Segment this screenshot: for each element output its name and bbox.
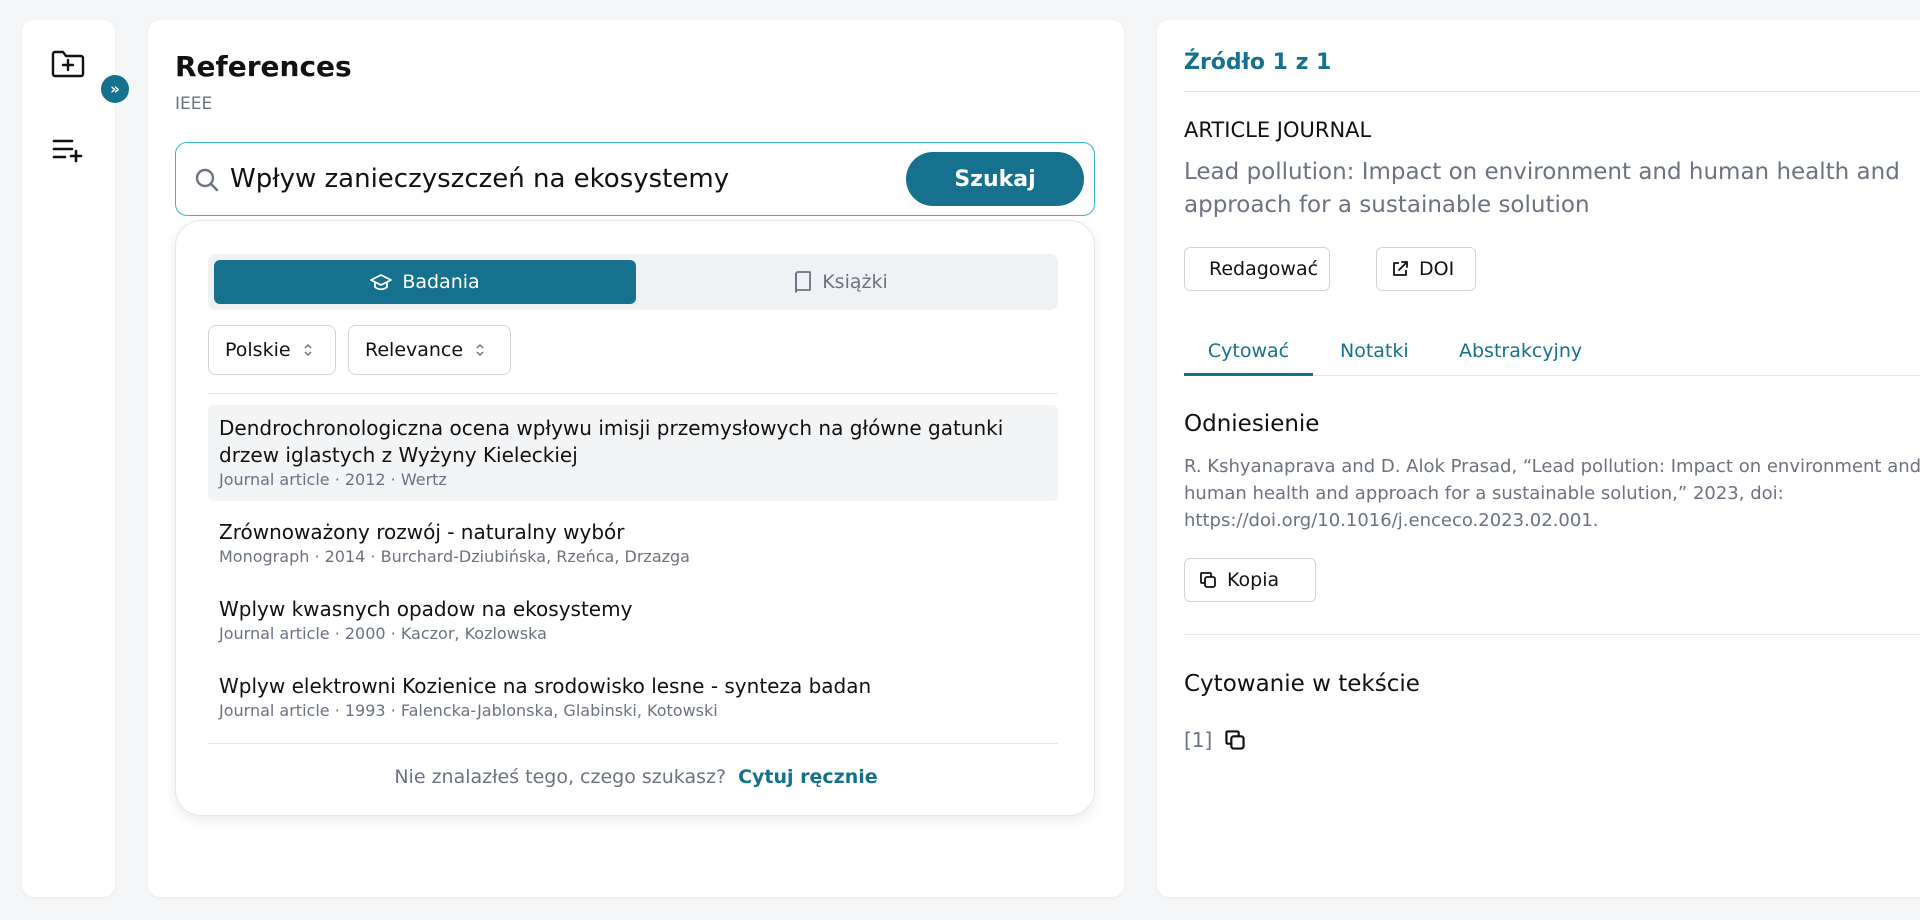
search-bar: Szukaj [175,142,1095,216]
citation-style-label: IEEE [175,94,213,114]
result-title: Wplyw kwasnych opadow na ekosystemy [219,597,633,621]
source-type-switch: Badania Książki [208,254,1058,310]
reference-text: R. Kshyanaprava and D. Alok Prasad, “Lea… [1184,456,1920,531]
copy-icon [1200,572,1216,588]
copy-intext-button[interactable] [1224,729,1246,751]
result-item[interactable]: Wplyw elektrowni Kozienice na srodowisko… [208,663,1058,732]
source-counter: Źródło 1 z 1 [1184,50,1332,75]
search-button[interactable]: Szukaj [906,152,1084,206]
copy-icon [1225,730,1245,750]
chevrons-right-icon: » [110,80,120,98]
tab-cytowac[interactable]: Cytować [1184,332,1313,376]
book-icon [795,271,812,293]
intext-citation-value: [1] [1184,728,1213,752]
references-panel: References IEEE Szukaj Badania K [148,20,1124,897]
copy-button[interactable]: Kopia [1184,558,1316,602]
divider [1184,91,1920,92]
chevrons-up-down-icon [475,343,485,357]
edit-button[interactable]: Redagować [1184,247,1330,291]
edit-button-label: Redagować [1209,258,1319,280]
result-title: Dendrochronologiczna ocena wpływu imisji… [219,416,1004,467]
result-meta: Journal article · 2000 · Kaczor, Kozlows… [219,624,547,643]
copy-button-label: Kopia [1227,569,1280,591]
divider [208,743,1058,744]
tab-badania-label: Badania [402,271,480,293]
page-title: References [175,50,352,83]
source-tabs: Cytować Notatki Abstrakcyjny [1184,332,1920,376]
reference-heading: Odniesienie [1184,411,1320,437]
divider [1184,634,1920,635]
add-list-button[interactable] [46,128,90,172]
result-item[interactable]: Zrównoważony rozwój - naturalny wybór Mo… [208,509,1058,578]
tab-ksiazki[interactable]: Książki [630,260,1052,304]
external-link-icon [1393,261,1408,276]
chevrons-up-down-icon [303,343,313,357]
result-item[interactable]: Wplyw kwasnych opadow na ekosystemy Jour… [208,586,1058,655]
tab-ksiazki-label: Książki [822,271,888,293]
result-item[interactable]: Dendrochronologiczna ocena wpływu imisji… [208,405,1058,501]
sort-select[interactable]: Relevance [348,325,511,375]
tab-notatki[interactable]: Notatki [1340,332,1409,376]
left-rail [22,20,115,897]
source-title: Lead pollution: Impact on environment an… [1184,159,1900,218]
language-select-value: Polskie [225,339,291,361]
language-select[interactable]: Polskie [208,325,336,375]
source-detail-panel: Źródło 1 z 1 ARTICLE JOURNAL Lead pollut… [1157,20,1920,897]
source-type: ARTICLE JOURNAL [1184,118,1372,142]
result-meta: Journal article · 2012 · Wertz [219,470,447,489]
folder-plus-icon [51,50,85,78]
not-found-text: Nie znalazłeś tego, czego szukasz? [394,766,727,788]
search-icon [195,168,219,192]
manual-cite-prompt: Nie znalazłeś tego, czego szukasz? Cytuj … [176,766,1096,788]
new-folder-button[interactable] [46,42,90,86]
list-plus-icon [52,139,83,163]
tab-badania[interactable]: Badania [214,260,636,304]
doi-button[interactable]: DOI [1376,247,1476,291]
search-results-dropdown: Badania Książki Polskie Relevance Dendro… [175,220,1095,816]
graduation-cap-icon [370,274,393,291]
tab-abstrakcyjny[interactable]: Abstrakcyjny [1459,332,1582,376]
sort-select-value: Relevance [365,339,464,361]
intext-citation-row: [1] [1184,728,1246,752]
doi-button-label: DOI [1419,258,1455,280]
result-meta: Journal article · 1993 · Falencka-Jablon… [219,701,718,720]
divider [208,393,1058,394]
expand-sidebar-button[interactable]: » [101,75,129,103]
result-title: Wplyw elektrowni Kozienice na srodowisko… [219,674,872,698]
result-meta: Monograph · 2014 · Burchard-Dziubińska, … [219,547,690,566]
cite-manually-link[interactable]: Cytuj ręcznie [738,766,878,788]
result-title: Zrównoważony rozwój - naturalny wybór [219,520,625,544]
intext-heading: Cytowanie w tekście [1184,671,1420,697]
search-input[interactable] [230,157,870,201]
